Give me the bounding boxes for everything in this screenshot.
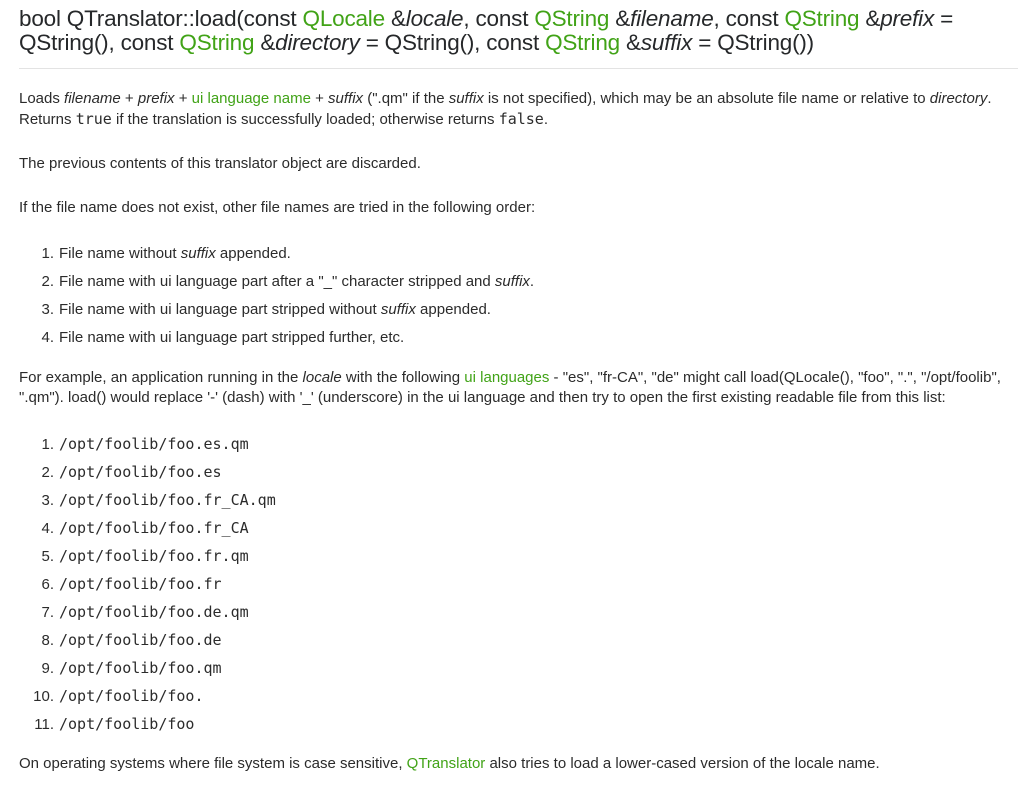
file-path: /opt/foolib/foo.es.qm (59, 435, 249, 453)
param-directory: directory (929, 90, 988, 107)
param-suffix: suffix (380, 301, 416, 318)
candidate-files-list: 1. /opt/foolib/foo.es.qm 2. /opt/foolib/foo… (19, 430, 1018, 738)
param-suffix: suffix (180, 245, 216, 262)
list-item: 4. File name with ui language part stripp… (19, 324, 1018, 352)
sig-text: bool QTranslator::load(const (19, 6, 303, 31)
list-number: 4. (41, 520, 54, 537)
list-number: 10. (33, 688, 54, 705)
example-paragraph: For example, an application running in t… (19, 369, 1001, 406)
sig-text: & (609, 6, 631, 31)
sig-text: = QString(), const (359, 29, 546, 55)
list-item: 3. File name with ui language part stripp… (19, 296, 1018, 324)
list-text: File name without suffix appended. (59, 245, 291, 262)
file-list-item: 9. /opt/foolib/foo.qm (19, 654, 1018, 682)
file-path: /opt/foolib/foo.fr (59, 575, 222, 593)
list-number: 9. (41, 660, 54, 677)
doc-page: bool QTranslator::load(const QLocale &lo… (0, 0, 1032, 774)
list-number: 4. (41, 329, 54, 346)
sig-text: = QString()) (692, 29, 814, 55)
list-number: 2. (41, 464, 54, 481)
param-suffix: suffix (328, 90, 364, 107)
discard-paragraph: The previous contents of this translator… (19, 155, 421, 172)
file-list-item: 3. /opt/foolib/foo.fr_CA.qm (19, 486, 1018, 514)
file-path: /opt/foolib/foo (59, 715, 195, 733)
list-number: 11. (34, 716, 54, 733)
code-false: false (498, 110, 544, 128)
param-filename: filename (630, 6, 714, 31)
list-number: 7. (41, 604, 54, 621)
file-list-item: 6. /opt/foolib/foo.fr (19, 570, 1018, 598)
fallback-order-list: 1. File name without suffix appended. 2. Fi… (19, 240, 1018, 352)
file-path: /opt/foolib/foo.de.qm (59, 603, 249, 621)
qstring-link[interactable]: QString (545, 30, 620, 55)
param-suffix: suffix (640, 29, 693, 55)
sig-text: & (384, 6, 406, 31)
qstring-link[interactable]: QString (179, 30, 254, 55)
file-list-item: 10. /opt/foolib/foo. (19, 682, 1018, 710)
param-prefix: prefix (137, 90, 175, 107)
param-filename: filename (64, 90, 121, 107)
list-text: File name with ui language part stripped… (59, 301, 491, 318)
param-suffix: suffix (494, 273, 530, 290)
list-number: 3. (41, 492, 54, 509)
qlocale-link[interactable]: QLocale (303, 6, 386, 31)
param-suffix: suffix (448, 90, 484, 107)
description-paragraph: Loads filename + prefix + ui language na… (19, 90, 992, 128)
sig-text: & (619, 29, 641, 55)
list-item: 1. File name without suffix appended. (19, 240, 1018, 268)
file-list-item: 8. /opt/foolib/foo.de (19, 626, 1018, 654)
file-path: /opt/foolib/foo.fr.qm (59, 547, 249, 565)
file-path: /opt/foolib/foo. (59, 687, 204, 705)
file-list-item: 7. /opt/foolib/foo.de.qm (19, 598, 1018, 626)
file-path: /opt/foolib/foo.fr_CA (59, 519, 249, 537)
ui-languages-link[interactable]: ui languages (464, 369, 549, 386)
param-prefix: prefix (880, 6, 935, 31)
file-path: /opt/foolib/foo.de (59, 631, 222, 649)
file-path: /opt/foolib/foo.qm (59, 659, 222, 677)
ui-language-name-link[interactable]: ui language name (192, 90, 311, 107)
sig-text: , const (713, 6, 785, 31)
sig-text: , const (463, 6, 535, 31)
file-list-item: 1. /opt/foolib/foo.es.qm (19, 430, 1018, 458)
param-locale: locale (405, 6, 464, 31)
list-number: 2. (41, 273, 54, 290)
list-number: 6. (41, 576, 54, 593)
order-intro-paragraph: If the file name does not exist, other f… (19, 199, 536, 216)
qstring-link[interactable]: QString (534, 6, 609, 31)
sig-text: & (254, 29, 276, 55)
function-signature: bool QTranslator::load(const QLocale &lo… (19, 0, 1018, 69)
param-locale: locale (302, 369, 342, 386)
qstring-link[interactable]: QString (784, 6, 859, 31)
case-sensitive-paragraph: On operating systems where file system i… (19, 755, 880, 772)
list-number: 3. (41, 301, 54, 318)
list-number: 8. (41, 632, 54, 649)
list-number: 5. (41, 548, 54, 565)
file-list-item: 5. /opt/foolib/foo.fr.qm (19, 542, 1018, 570)
file-list-item: 11. /opt/foolib/foo (19, 710, 1018, 738)
file-list-item: 4. /opt/foolib/foo.fr_CA (19, 514, 1018, 542)
file-list-item: 2. /opt/foolib/foo.es (19, 458, 1018, 486)
list-text: File name with ui language part after a … (59, 273, 535, 290)
qtranslator-link[interactable]: QTranslator (407, 755, 486, 772)
list-text: File name with ui language part stripped… (59, 329, 405, 346)
code-true: true (75, 110, 112, 128)
param-directory: directory (275, 29, 360, 55)
file-path: /opt/foolib/foo.fr_CA.qm (59, 491, 276, 509)
list-number: 1. (41, 436, 54, 453)
list-number: 1. (41, 245, 54, 262)
sig-text: & (859, 6, 881, 31)
file-path: /opt/foolib/foo.es (59, 463, 222, 481)
list-item: 2. File name with ui language part after … (19, 268, 1018, 296)
